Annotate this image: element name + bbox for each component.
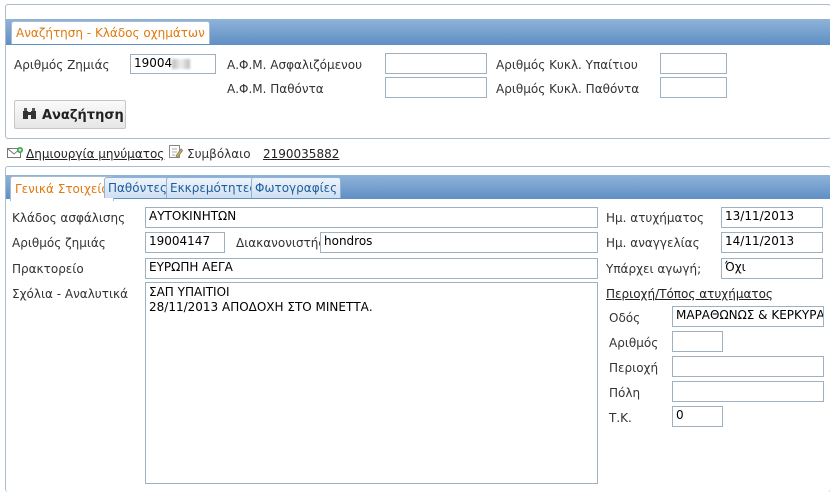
tab-injured[interactable]: Παθόντες (104, 177, 172, 198)
location-heading: Περιοχή/Τόπος ατυχήματος (606, 287, 773, 301)
report-date-label: Ημ. αναγγελίας (606, 236, 700, 250)
city-field[interactable] (672, 381, 824, 402)
redacted-digits (172, 58, 191, 69)
general-claim-field[interactable]: 19004147 (145, 232, 225, 253)
tab-photos[interactable]: Φωτογραφίες (251, 177, 342, 198)
area-field[interactable] (672, 356, 824, 377)
create-message-link[interactable]: Δημιουργία μηνύματος (26, 147, 164, 161)
agency-field[interactable]: ΕΥΡΩΠΗ ΑΕΓΑ (145, 258, 598, 279)
number-label: Αριθμός (609, 336, 659, 350)
branch-field[interactable]: ΑΥΤΟΚΙΝΗΤΩΝ (145, 207, 598, 228)
cc-liable-label: Αριθμός Κυκλ. Υπαίτιου (496, 58, 638, 72)
claim-number-input[interactable]: 19004 (130, 54, 216, 74)
comments-textarea[interactable]: ΣΑΠ ΥΠΑΙΤΙΟΙ 28/11/2013 ΑΠΟΔΟΧΗ ΣΤΟ ΜΙΝΕ… (145, 282, 598, 484)
claim-number-value: 19004 (134, 56, 173, 70)
accident-date-field[interactable]: 13/11/2013 (721, 207, 823, 228)
city-label: Πόλη (609, 386, 641, 400)
tab-search-vehicles[interactable]: Αναζήτηση - Κλάδος οχημάτων (11, 21, 210, 44)
afm-insured-input[interactable] (385, 53, 487, 74)
search-button[interactable]: Αναζήτηση (14, 100, 126, 129)
postal-field[interactable]: 0 (672, 406, 723, 427)
cc-injured-label: Αριθμός Κυκλ. Παθόντα (496, 82, 640, 96)
postal-label: Τ.Κ. (609, 411, 632, 425)
cc-injured-input[interactable] (660, 77, 727, 98)
tab-pending[interactable]: Εκκρεμότητες (166, 177, 261, 198)
street-label: Οδός (609, 311, 641, 325)
number-field[interactable] (672, 331, 723, 352)
envelope-add-icon (7, 147, 23, 158)
report-date-field[interactable]: 14/11/2013 (721, 232, 823, 253)
search-button-label: Αναζήτηση (42, 108, 124, 123)
tab-general[interactable]: Γενικά Στοιχεία (10, 176, 115, 201)
lawsuit-label: Υπάρχει αγωγή; (606, 262, 702, 276)
claim-number-label: Αριθμός Ζημιάς (14, 58, 110, 72)
agency-label: Πρακτορείο (12, 262, 84, 276)
afm-injured-input[interactable] (385, 77, 487, 98)
contract-number-link[interactable]: 2190035882 (263, 147, 339, 161)
contract-edit-icon (169, 145, 183, 159)
lawsuit-field[interactable]: Όχι (721, 258, 823, 279)
general-claim-label: Αριθμός ζημιάς (12, 236, 106, 250)
branch-label: Κλάδος ασφάλισης (12, 211, 126, 225)
handler-field[interactable]: hondros (320, 232, 598, 253)
handler-label: Διακανονιστής (236, 236, 326, 250)
cc-liable-input[interactable] (660, 53, 727, 74)
street-field[interactable]: ΜΑΡΑΘΩΝΩΣ & ΚΕΡΚΥΡΑΣ (672, 306, 824, 327)
area-label: Περιοχή (609, 361, 659, 375)
accident-date-label: Ημ. ατυχήματος (606, 211, 705, 225)
afm-insured-label: Α.Φ.Μ. Ασφαλιζόμενου (227, 58, 363, 72)
comments-label: Σχόλια - Αναλυτικά (12, 287, 129, 301)
contract-label: Συμβόλαιο (187, 147, 251, 161)
afm-injured-label: Α.Φ.Μ. Παθόντα (227, 82, 324, 96)
binoculars-icon (23, 108, 36, 119)
